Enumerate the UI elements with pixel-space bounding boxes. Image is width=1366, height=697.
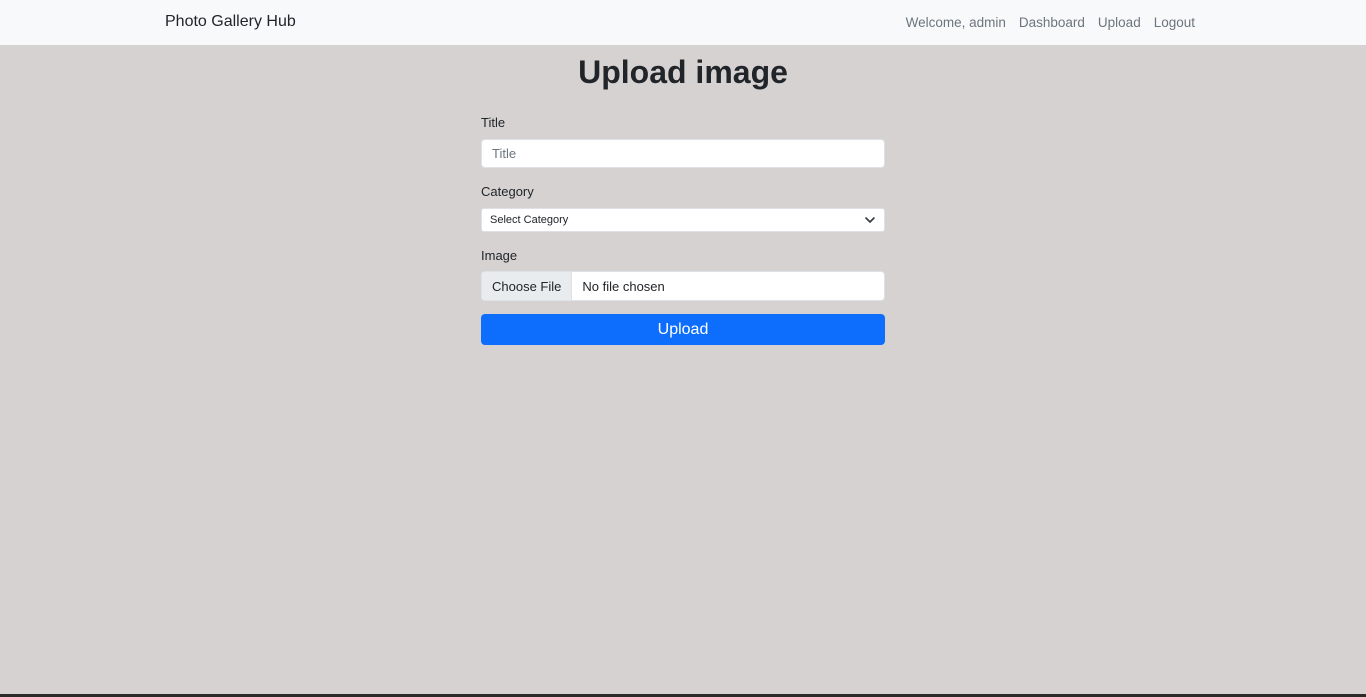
choose-file-button[interactable]: Choose File xyxy=(482,272,573,300)
nav-welcome[interactable]: Welcome, admin xyxy=(906,15,1006,30)
chevron-down-icon xyxy=(864,214,876,226)
category-selected-value: Select Category xyxy=(490,214,569,226)
upload-button[interactable]: Upload xyxy=(481,314,885,345)
image-label: Image xyxy=(481,248,518,263)
nav-dashboard[interactable]: Dashboard xyxy=(1019,15,1085,30)
page-title: Upload image xyxy=(578,54,788,90)
title-label: Title xyxy=(481,115,506,130)
title-input[interactable] xyxy=(481,139,885,168)
nav-logout[interactable]: Logout xyxy=(1154,15,1195,30)
category-label: Category xyxy=(481,184,534,199)
nav-links: Welcome, admin Dashboard Upload Logout xyxy=(906,15,1195,30)
nav-upload[interactable]: Upload xyxy=(1098,15,1141,30)
category-select[interactable]: Select Category xyxy=(481,208,885,232)
navbar: Photo Gallery Hub Welcome, admin Dashboa… xyxy=(0,0,1366,45)
image-file-input[interactable]: Choose File No file chosen xyxy=(481,271,885,301)
brand-link[interactable]: Photo Gallery Hub xyxy=(165,13,296,31)
file-status: No file chosen xyxy=(582,278,665,294)
